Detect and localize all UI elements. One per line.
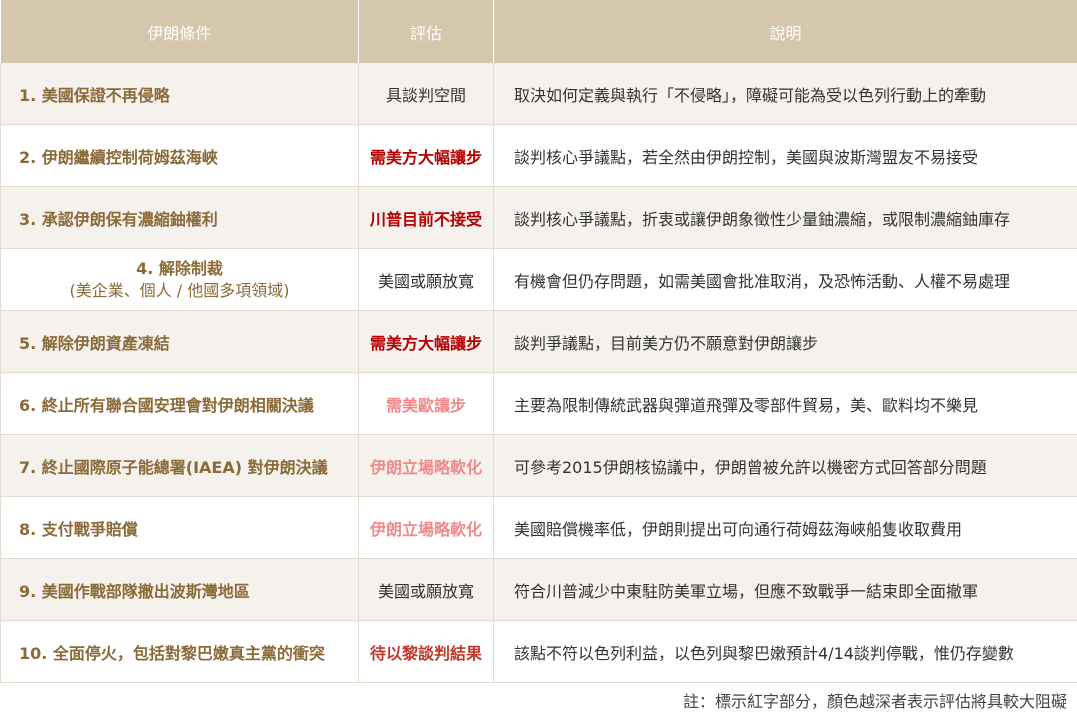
table-row: 6. 終止所有聯合國安理會對伊朗相關決議 需美歐讓步 主要為限制傳統武器與彈道飛… <box>0 372 1077 435</box>
condition-cell: 9. 美國作戰部隊撤出波斯灣地區 <box>0 558 359 621</box>
header-condition: 伊朗條件 <box>0 0 359 63</box>
evaluation-cell: 伊朗立場略軟化 <box>358 434 494 497</box>
evaluation-cell: 美國或願放寬 <box>358 558 494 621</box>
description-cell: 符合川普減少中東駐防美軍立場，但應不致戰爭一結束即全面撤軍 <box>493 558 1077 621</box>
evaluation-cell: 需美歐讓步 <box>358 372 494 435</box>
iran-conditions-table: 伊朗條件 評估 說明 1. 美國保證不再侵略 具談判空間 取決如何定義與執行「不… <box>0 0 1077 683</box>
evaluation-cell: 需美方大幅讓步 <box>358 124 494 187</box>
evaluation-cell: 具談判空間 <box>358 63 494 125</box>
description-cell: 可參考2015伊朗核協議中，伊朗曾被允許以機密方式回答部分問題 <box>493 434 1077 497</box>
condition-cell: 5. 解除伊朗資產凍結 <box>0 310 359 373</box>
table-row: 5. 解除伊朗資產凍結 需美方大幅讓步 談判爭議點，目前美方仍不願意對伊朗讓步 <box>0 310 1077 373</box>
table-row: 1. 美國保證不再侵略 具談判空間 取決如何定義與執行「不侵略」，障礙可能為受以… <box>0 63 1077 125</box>
condition-cell: 6. 終止所有聯合國安理會對伊朗相關決議 <box>0 372 359 435</box>
evaluation-cell: 待以黎談判結果 <box>358 620 494 683</box>
table-row: 9. 美國作戰部隊撤出波斯灣地區 美國或願放寬 符合川普減少中東駐防美軍立場，但… <box>0 558 1077 621</box>
description-cell: 主要為限制傳統武器與彈道飛彈及零部件貿易，美、歐料均不樂見 <box>493 372 1077 435</box>
footnote: 註：標示紅字部分，顏色越深者表示評估將具較大阻礙 <box>682 692 1067 711</box>
condition-cell: 3. 承認伊朗保有濃縮鈾權利 <box>0 186 359 249</box>
description-cell: 美國賠償機率低，伊朗則提出可向通行荷姆茲海峽船隻收取費用 <box>493 496 1077 559</box>
table-row: 10. 全面停火，包括對黎巴嫩真主黨的衝突 待以黎談判結果 該點不符以色列利益，… <box>0 620 1077 683</box>
description-cell: 取決如何定義與執行「不侵略」，障礙可能為受以色列行動上的牽動 <box>493 63 1077 125</box>
evaluation-cell: 美國或願放寬 <box>358 248 494 311</box>
condition-cell: 8. 支付戰爭賠償 <box>0 496 359 559</box>
table-row: 4. 解除制裁 (美企業、個人 / 他國多項領域) 美國或願放寬 有機會但仍存問… <box>0 248 1077 311</box>
condition-cell: 10. 全面停火，包括對黎巴嫩真主黨的衝突 <box>0 620 359 683</box>
table-row: 2. 伊朗繼續控制荷姆茲海峽 需美方大幅讓步 談判核心爭議點，若全然由伊朗控制，… <box>0 124 1077 187</box>
condition-cell: 1. 美國保證不再侵略 <box>0 63 359 125</box>
description-cell: 該點不符以色列利益，以色列與黎巴嫩預計4/14談判停戰，惟仍存變數 <box>493 620 1077 683</box>
evaluation-cell: 伊朗立場略軟化 <box>358 496 494 559</box>
condition-cell: 4. 解除制裁 (美企業、個人 / 他國多項領域) <box>0 248 359 311</box>
evaluation-cell: 需美方大幅讓步 <box>358 310 494 373</box>
description-cell: 談判核心爭議點，若全然由伊朗控制，美國與波斯灣盟友不易接受 <box>493 124 1077 187</box>
condition-main: 4. 解除制裁 <box>136 258 223 278</box>
table-row: 3. 承認伊朗保有濃縮鈾權利 川普目前不接受 談判核心爭議點，折衷或讓伊朗象徵性… <box>0 186 1077 249</box>
description-cell: 談判爭議點，目前美方仍不願意對伊朗讓步 <box>493 310 1077 373</box>
header-description: 說明 <box>493 0 1077 63</box>
table-row: 8. 支付戰爭賠償 伊朗立場略軟化 美國賠償機率低，伊朗則提出可向通行荷姆茲海峽… <box>0 496 1077 559</box>
header-evaluation: 評估 <box>358 0 494 63</box>
description-cell: 有機會但仍存問題，如需美國會批准取消，及恐怖活動、人權不易處理 <box>493 248 1077 311</box>
condition-cell: 7. 終止國際原子能總署(IAEA) 對伊朗決議 <box>0 434 359 497</box>
header-row: 伊朗條件 評估 說明 <box>0 0 1077 63</box>
evaluation-cell: 川普目前不接受 <box>358 186 494 249</box>
table-row: 7. 終止國際原子能總署(IAEA) 對伊朗決議 伊朗立場略軟化 可參考2015… <box>0 434 1077 497</box>
condition-sub: (美企業、個人 / 他國多項領域) <box>69 280 290 300</box>
description-cell: 談判核心爭議點，折衷或讓伊朗象徵性少量鈾濃縮，或限制濃縮鈾庫存 <box>493 186 1077 249</box>
condition-cell: 2. 伊朗繼續控制荷姆茲海峽 <box>0 124 359 187</box>
